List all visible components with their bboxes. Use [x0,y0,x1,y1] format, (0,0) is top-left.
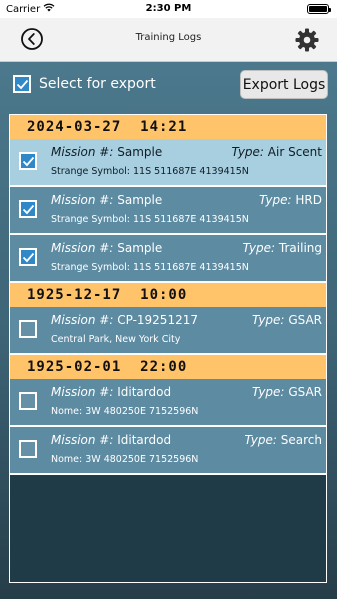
mission-info: Mission #: Sample [51,241,162,255]
type-key: Type: [259,193,292,207]
mission-info: Mission #: Iditardod [51,385,171,399]
type-value: GSAR [288,385,322,399]
log-row[interactable]: Mission #: Iditardod Type: Search Nome: … [10,427,326,475]
log-export-checkbox[interactable] [19,320,37,338]
type-info: Type: Trailing [243,241,322,255]
type-info: Type: HRD [259,193,322,207]
mission-key: Mission #: [51,385,114,399]
type-value: GSAR [288,313,322,327]
mission-key: Mission #: [51,145,114,159]
type-key: Type: [252,385,285,399]
mission-info: Mission #: Sample [51,193,162,207]
mission-value: Iditardod [117,385,172,399]
mission-value: CP-19251217 [117,313,198,327]
location-text: Strange Symbol: 11S 511687E 4139415N [51,166,249,177]
location-text: Central Park, New York City [51,334,181,345]
type-key: Type: [242,241,276,255]
type-value: Air Scent [267,145,322,159]
training-log-list[interactable]: 2024-03-27 14:21 Mission #: Sample Type:… [9,114,327,583]
type-info: Type: Search [245,433,323,447]
mission-value: Sample [117,241,163,255]
select-all-checkbox[interactable] [13,75,31,93]
type-info: Type: GSAR [252,385,322,399]
type-value: HRD [295,193,322,207]
type-key: Type: [244,433,277,447]
type-key: Type: [252,313,285,327]
mission-key: Mission #: [51,433,114,447]
log-export-checkbox[interactable] [19,392,37,410]
mission-value: Iditardod [117,433,172,447]
type-key: Type: [231,145,264,159]
mission-key: Mission #: [51,193,114,207]
log-export-checkbox[interactable] [19,200,37,218]
type-info: Type: GSAR [252,313,322,327]
mission-info: Mission #: CP-19251217 [51,313,198,327]
battery-icon [307,4,331,14]
log-export-checkbox[interactable] [19,152,37,170]
log-row[interactable]: Mission #: CP-19251217 Type: GSAR Centra… [10,307,326,355]
location-text: Nome: 3W 480250E 7152596N [51,406,199,417]
type-info: Type: Air Scent [232,145,322,159]
log-row[interactable]: Mission #: Iditardod Type: GSAR Nome: 3W… [10,379,326,427]
location-text: Strange Symbol: 11S 511687E 4139415N [51,214,249,225]
section-header-date: 2024-03-27 14:21 [10,115,326,139]
export-logs-button[interactable]: Export Logs [240,70,328,99]
select-for-export-label: Select for export [39,76,156,92]
log-row[interactable]: Mission #: Sample Type: HRD Strange Symb… [10,187,326,235]
mission-value: Sample [117,145,163,159]
log-export-checkbox[interactable] [19,248,37,266]
checkmark-icon [22,252,34,262]
navigation-bar: Training Logs [0,18,337,62]
log-row[interactable]: Mission #: Sample Type: Trailing Strange… [10,235,326,283]
status-time: 2:30 PM [145,3,192,14]
log-export-checkbox[interactable] [19,440,37,458]
mission-info: Mission #: Iditardod [51,433,171,447]
gear-icon [295,28,319,52]
mission-key: Mission #: [51,241,114,255]
select-for-export-toggle[interactable]: Select for export [13,75,156,93]
location-text: Nome: 3W 480250E 7152596N [51,454,199,465]
page-title: Training Logs [135,32,202,43]
mission-info: Mission #: Sample [51,145,162,159]
type-value: Trailing [278,241,322,255]
location-text: Strange Symbol: 11S 511687E 4139415N [51,262,249,273]
section-header-date: 1925-12-17 10:00 [10,283,326,307]
section-header-date: 1925-02-01 22:00 [10,355,326,379]
status-bar: Carrier 2:30 PM [0,0,337,18]
type-value: Search [280,433,322,447]
mission-value: Sample [117,193,163,207]
settings-button[interactable] [294,27,320,53]
checkmark-icon [16,79,28,89]
mission-key: Mission #: [51,313,114,327]
checkmark-icon [22,156,34,166]
checkmark-icon [22,204,34,214]
log-row[interactable]: Mission #: Sample Type: Air Scent Strang… [10,139,326,187]
